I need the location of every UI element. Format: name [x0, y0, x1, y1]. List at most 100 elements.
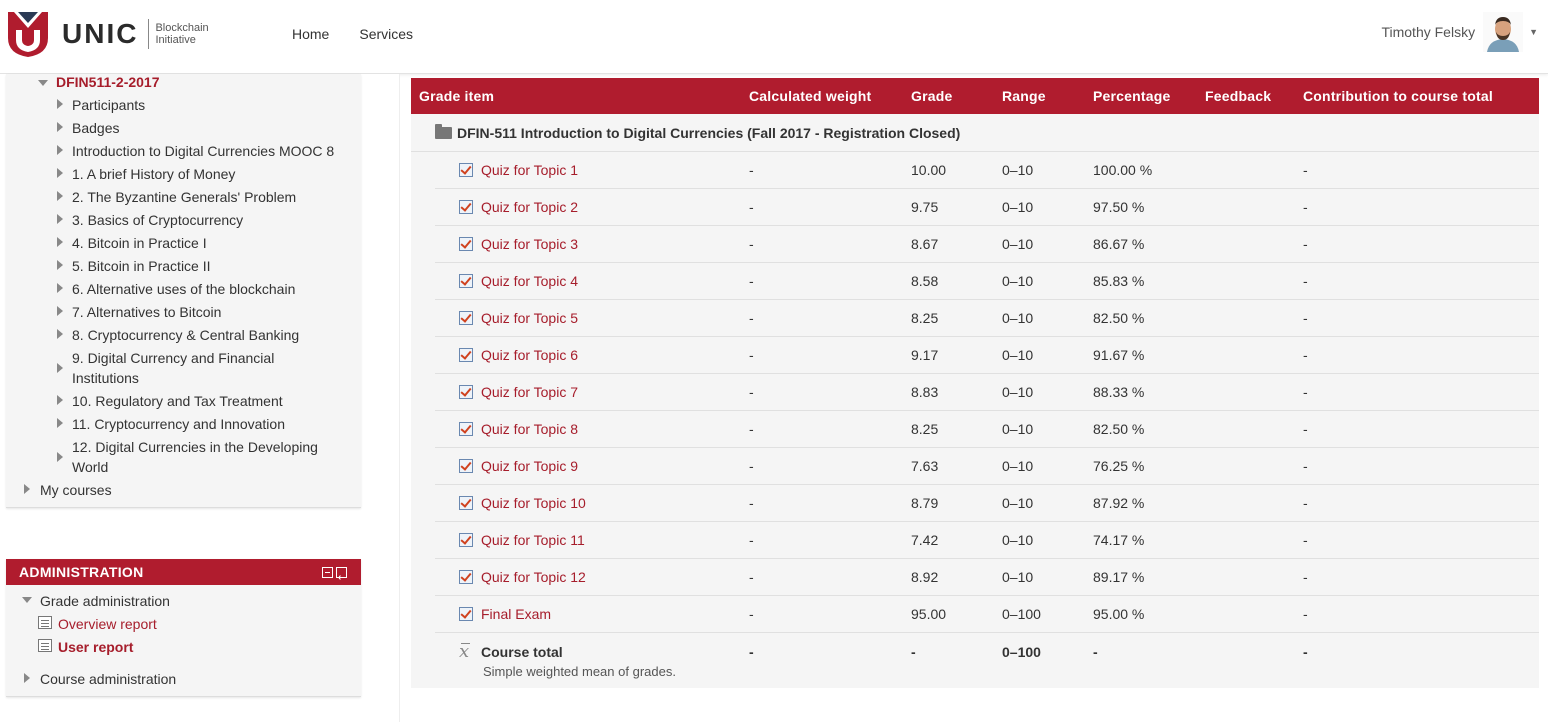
grade-item-link[interactable]: Quiz for Topic 11 — [481, 532, 585, 548]
contribution-cell: - — [1303, 458, 1308, 474]
course-link-dfin511[interactable]: DFIN511-2-2017 — [56, 72, 160, 92]
total-grade-cell: - — [911, 644, 916, 660]
calculated-weight-cell: - — [749, 347, 754, 363]
logo-separator — [148, 19, 150, 49]
nav-home-link[interactable]: Home — [292, 26, 329, 42]
quiz-icon — [459, 163, 473, 177]
expand-arrow-right-icon[interactable] — [57, 452, 63, 462]
minimize-block-icon[interactable] — [322, 567, 333, 578]
expand-arrow-right-icon[interactable] — [57, 214, 63, 224]
grade-cell: 9.17 — [911, 347, 939, 363]
expand-arrow-right-icon[interactable] — [57, 418, 63, 428]
grade-item-link[interactable]: Quiz for Topic 5 — [481, 310, 578, 326]
tree-item-topic-12-line-2[interactable]: World — [72, 457, 108, 477]
overview-report-link[interactable]: Overview report — [58, 614, 157, 634]
mean-x-bar-icon: x — [459, 641, 471, 662]
expand-arrow-right-icon[interactable] — [57, 329, 63, 339]
grade-item-link[interactable]: Quiz for Topic 6 — [481, 347, 578, 363]
percentage-cell: 88.33 % — [1093, 384, 1145, 400]
percentage-cell: 82.50 % — [1093, 310, 1145, 326]
grade-cell: 8.58 — [911, 273, 939, 289]
tree-item-topic-10[interactable]: 10. Regulatory and Tax Treatment — [72, 391, 283, 411]
expand-arrow-right-icon[interactable] — [57, 363, 63, 373]
grade-item-link[interactable]: Quiz for Topic 1 — [481, 162, 578, 178]
range-cell: 0–10 — [1002, 347, 1034, 363]
grade-item-link[interactable]: Quiz for Topic 7 — [481, 384, 578, 400]
table-row: Quiz for Topic 1 - 10.00 0–10 100.00 % - — [435, 152, 1539, 189]
expand-arrow-right-icon[interactable] — [57, 191, 63, 201]
percentage-cell: 100.00 % — [1093, 162, 1153, 178]
expand-arrow-right-icon[interactable] — [57, 145, 63, 155]
user-avatar[interactable] — [1483, 12, 1524, 52]
table-row: Quiz for Topic 9 - 7.63 0–10 76.25 % - — [435, 448, 1539, 485]
table-row: Quiz for Topic 12 - 8.92 0–10 89.17 % - — [435, 559, 1539, 596]
grade-cell: 8.79 — [911, 495, 939, 511]
expand-arrow-right-icon[interactable] — [57, 168, 63, 178]
expand-arrow-right-icon[interactable] — [57, 306, 63, 316]
column-header-calculated-weight: Calculated weight — [749, 88, 872, 104]
tree-item-topic-11[interactable]: 11. Cryptocurrency and Innovation — [72, 414, 285, 434]
user-name[interactable]: Timothy Felsky — [1381, 24, 1475, 40]
dock-block-icon[interactable] — [336, 565, 347, 591]
grade-item-link[interactable]: Quiz for Topic 4 — [481, 273, 578, 289]
tree-item-grade-administration[interactable]: Grade administration — [40, 591, 170, 611]
tree-item-topic-6[interactable]: 6. Alternative uses of the blockchain — [72, 279, 295, 299]
expand-arrow-right-icon[interactable] — [57, 260, 63, 270]
contribution-cell: - — [1303, 384, 1308, 400]
grade-item-link[interactable]: Quiz for Topic 9 — [481, 458, 578, 474]
expand-arrow-down-icon[interactable] — [22, 597, 32, 603]
expand-arrow-right-icon[interactable] — [57, 283, 63, 293]
expand-arrow-right-icon[interactable] — [57, 99, 63, 109]
nav-services-link[interactable]: Services — [359, 26, 413, 42]
column-header-grade-item: Grade item — [419, 88, 495, 104]
tree-item-topic-7[interactable]: 7. Alternatives to Bitcoin — [72, 302, 221, 322]
expand-arrow-right-icon[interactable] — [57, 122, 63, 132]
user-menu[interactable]: Timothy Felsky ▼ — [1381, 12, 1538, 52]
user-report-link[interactable]: User report — [58, 637, 133, 657]
grade-item-link[interactable]: Quiz for Topic 2 — [481, 199, 578, 215]
quiz-icon — [459, 422, 473, 436]
expand-arrow-down-icon[interactable] — [38, 80, 48, 86]
calculated-weight-cell: - — [749, 458, 754, 474]
administration-header: ADMINISTRATION — [6, 559, 361, 591]
grade-item-link[interactable]: Quiz for Topic 12 — [481, 569, 586, 585]
range-cell: 0–10 — [1002, 458, 1034, 474]
expand-arrow-right-icon[interactable] — [24, 484, 30, 494]
tree-item-topic-9-line-1[interactable]: 9. Digital Currency and Financial — [72, 348, 274, 368]
table-header: Grade item Calculated weight Grade Range… — [411, 78, 1539, 114]
contribution-cell: - — [1303, 273, 1308, 289]
grade-item-link[interactable]: Quiz for Topic 10 — [481, 495, 586, 511]
tree-item-topic-3[interactable]: 3. Basics of Cryptocurrency — [72, 210, 243, 230]
tree-item-topic-2[interactable]: 2. The Byzantine Generals' Problem — [72, 187, 296, 207]
grade-item-link[interactable]: Final Exam — [481, 606, 551, 622]
tree-item-topic-1[interactable]: 1. A brief History of Money — [72, 164, 235, 184]
contribution-cell: - — [1303, 199, 1308, 215]
site-logo[interactable]: UNIC Blockchain Initiative — [6, 10, 209, 58]
table-row: Quiz for Topic 11 - 7.42 0–10 74.17 % - — [435, 522, 1539, 559]
tree-item-topic-12-line-1[interactable]: 12. Digital Currencies in the Developing — [72, 437, 318, 457]
tree-item-intro-mooc[interactable]: Introduction to Digital Currencies MOOC … — [72, 141, 334, 161]
grade-item-link[interactable]: Quiz for Topic 8 — [481, 421, 578, 437]
quiz-icon — [459, 311, 473, 325]
range-cell: 0–100 — [1002, 606, 1041, 622]
contribution-cell: - — [1303, 495, 1308, 511]
category-row: DFIN-511 Introduction to Digital Currenc… — [411, 114, 1539, 152]
tree-item-badges[interactable]: Badges — [72, 118, 119, 138]
tree-item-topic-5[interactable]: 5. Bitcoin in Practice II — [72, 256, 211, 276]
chevron-down-icon[interactable]: ▼ — [1529, 27, 1538, 37]
grade-cell: 8.92 — [911, 569, 939, 585]
expand-arrow-right-icon[interactable] — [57, 237, 63, 247]
calculated-weight-cell: - — [749, 606, 754, 622]
tree-item-topic-9-line-2[interactable]: Institutions — [72, 368, 139, 388]
expand-arrow-right-icon[interactable] — [57, 395, 63, 405]
tree-item-my-courses[interactable]: My courses — [40, 480, 112, 500]
expand-arrow-right-icon[interactable] — [24, 673, 30, 683]
calculated-weight-cell: - — [749, 495, 754, 511]
user-grade-report-table: Grade item Calculated weight Grade Range… — [411, 78, 1539, 688]
quiz-icon — [459, 496, 473, 510]
grade-item-link[interactable]: Quiz for Topic 3 — [481, 236, 578, 252]
tree-item-participants[interactable]: Participants — [72, 95, 145, 115]
tree-item-topic-8[interactable]: 8. Cryptocurrency & Central Banking — [72, 325, 299, 345]
tree-item-course-administration[interactable]: Course administration — [40, 669, 176, 689]
tree-item-topic-4[interactable]: 4. Bitcoin in Practice I — [72, 233, 207, 253]
